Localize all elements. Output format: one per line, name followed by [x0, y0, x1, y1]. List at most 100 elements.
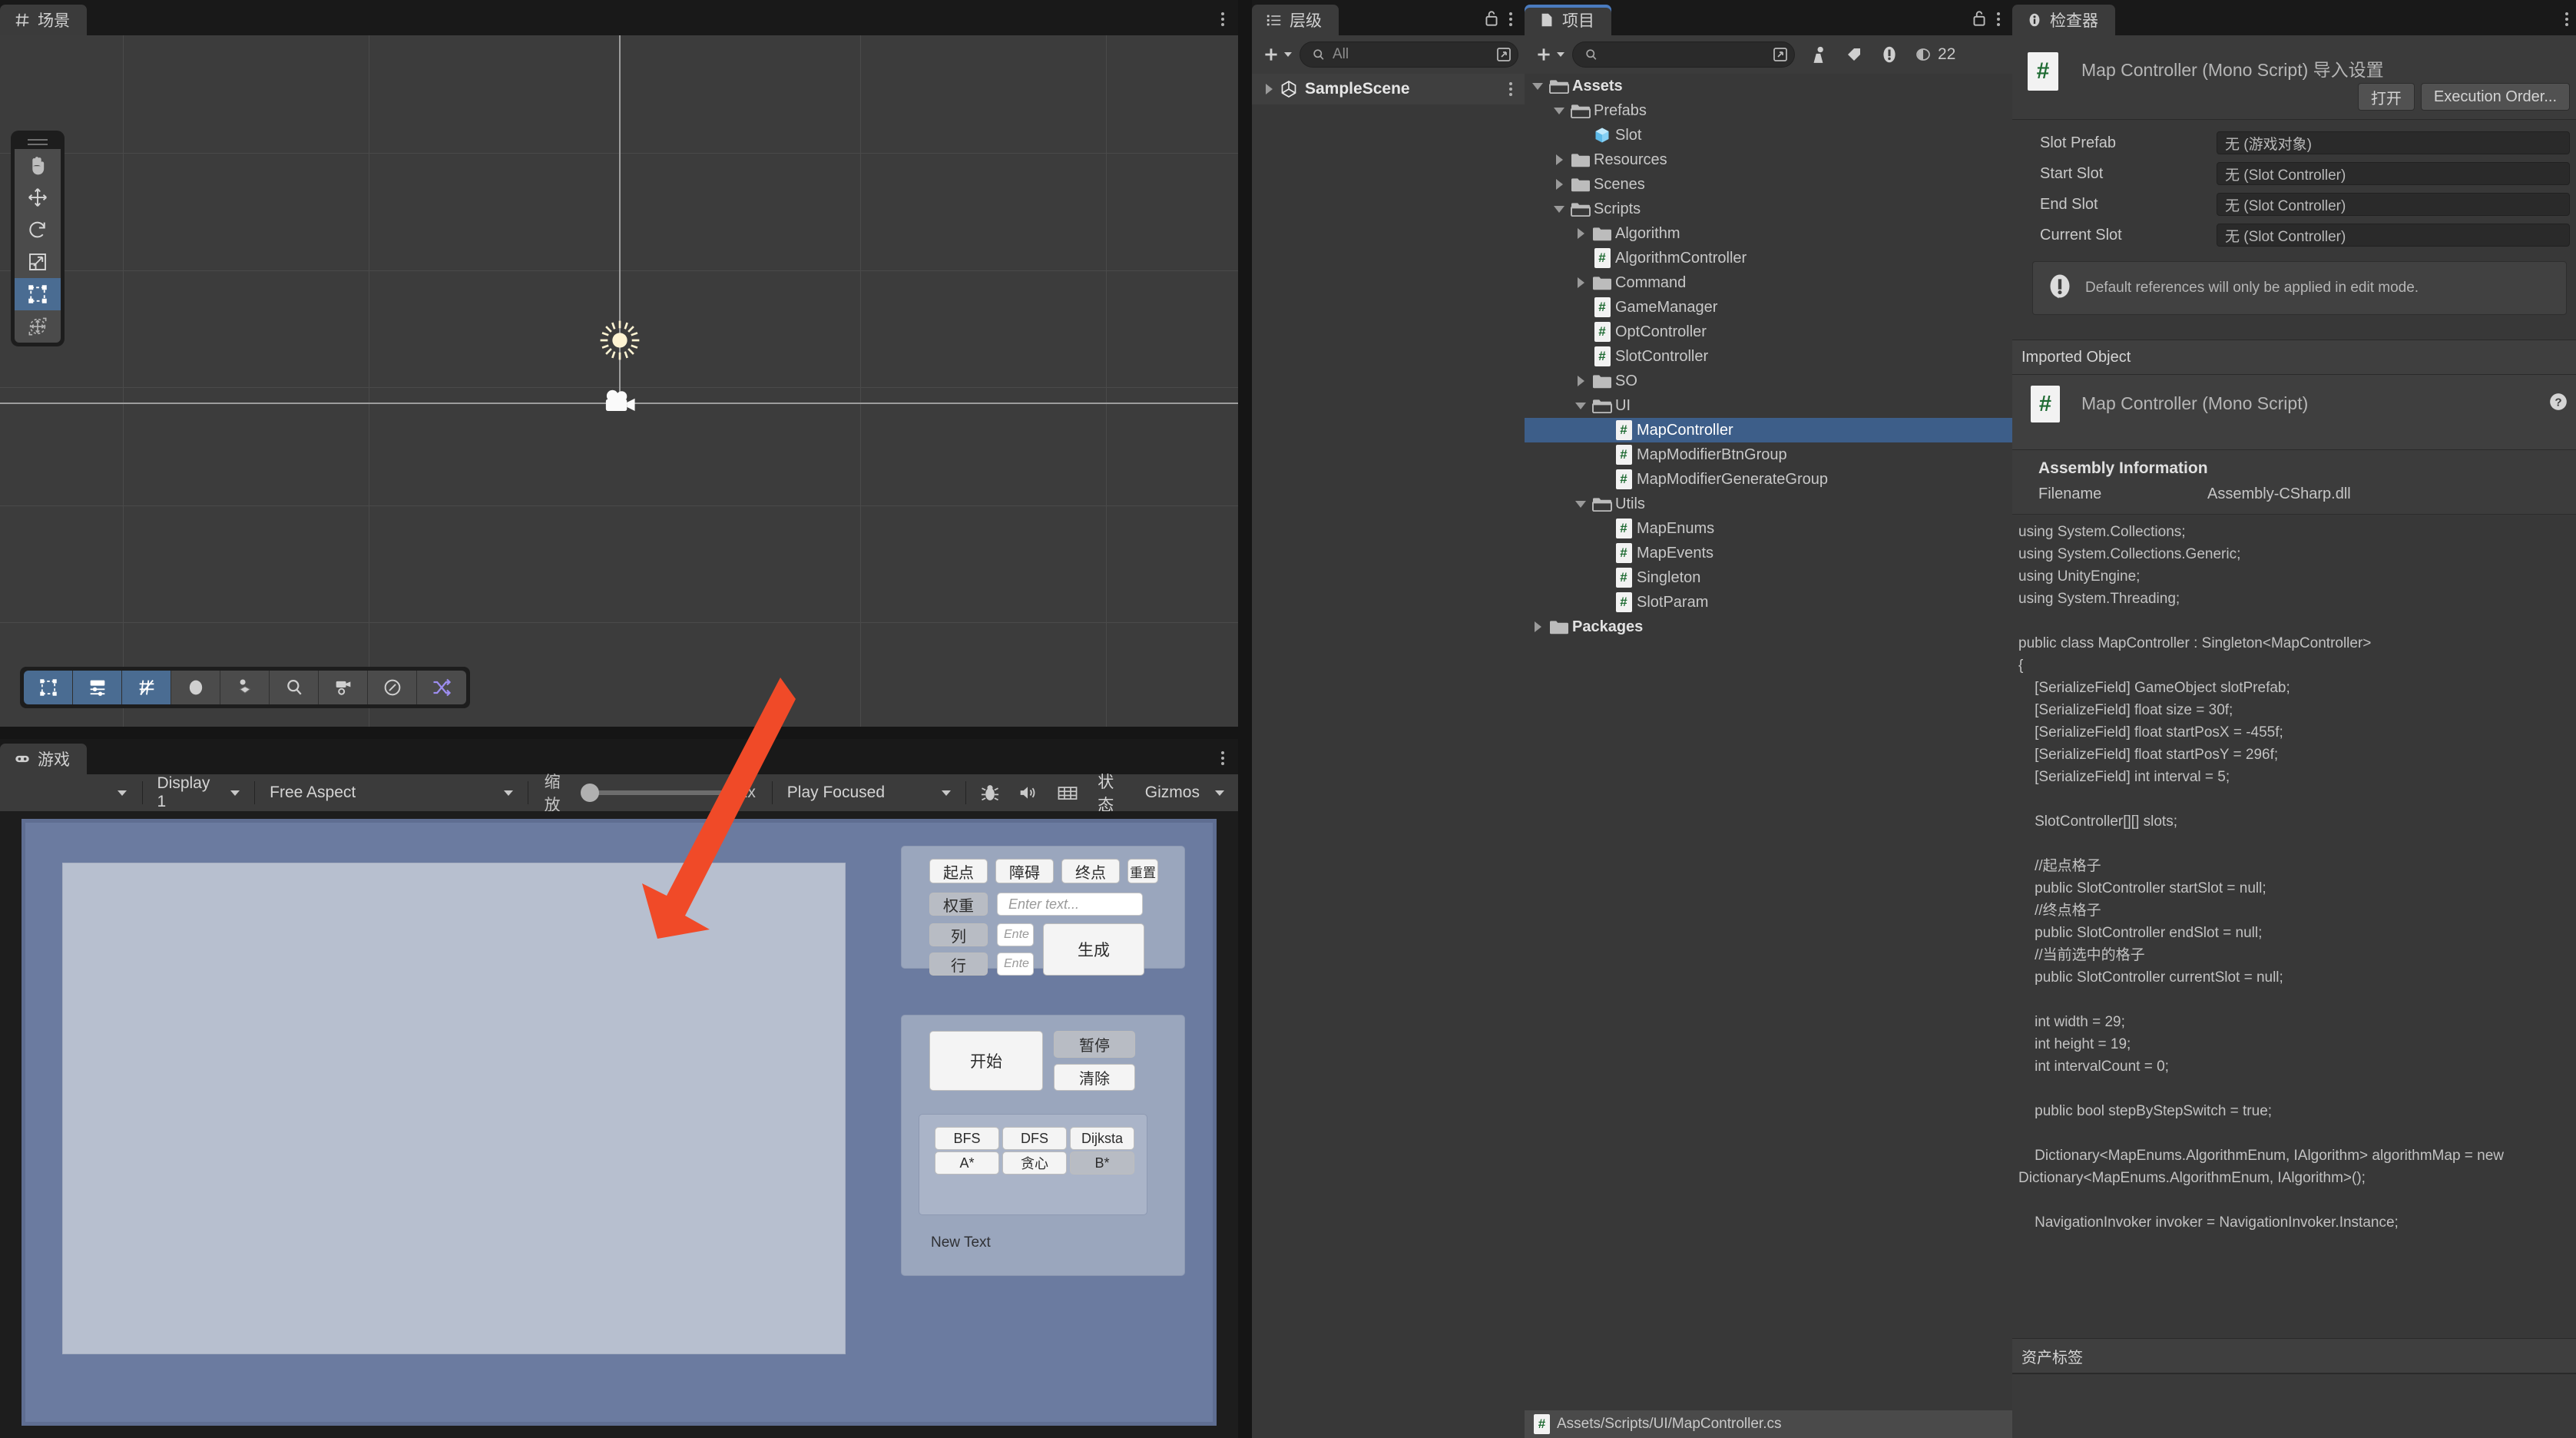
open-button[interactable]: 打开 — [2357, 83, 2415, 111]
game-view-viewport[interactable]: 起点 障碍 终点 重置 权重 Enter text... 列 行 Ente En… — [0, 678, 1238, 1438]
project-tree-row[interactable]: # MapModifierGenerateGroup — [1525, 467, 2012, 492]
lock-icon[interactable] — [1483, 9, 1500, 28]
hierarchy-tree[interactable]: SampleScene — [1252, 74, 1525, 1438]
movie-camera-icon[interactable] — [601, 387, 637, 416]
project-tree-row[interactable]: Resources — [1525, 147, 2012, 172]
column-input[interactable]: Ente — [997, 923, 1034, 946]
filter-by-label-button[interactable] — [1836, 39, 1872, 70]
project-tree-row[interactable]: # SlotParam — [1525, 590, 2012, 615]
project-tree-row[interactable]: # MapEvents — [1525, 541, 2012, 565]
chevron-right-icon[interactable] — [1577, 376, 1584, 386]
clear-button[interactable]: 清除 — [1054, 1064, 1135, 1091]
project-tree-row[interactable]: Slot — [1525, 123, 2012, 147]
field-value[interactable]: 无 (Slot Controller) — [2217, 193, 2570, 216]
end-point-button[interactable]: 终点 — [1061, 859, 1120, 883]
chevron-down-icon[interactable] — [1284, 52, 1292, 57]
chevron-down-icon[interactable] — [1557, 52, 1564, 57]
chevron-down-icon[interactable] — [1575, 500, 1586, 508]
tree-toggle[interactable] — [1572, 500, 1589, 508]
chevron-right-icon[interactable] — [1266, 84, 1273, 94]
game-options-dropdown[interactable] — [108, 776, 137, 810]
project-tree-row[interactable]: # MapController — [1525, 418, 2012, 442]
project-tree-row[interactable]: # GameManager — [1525, 295, 2012, 320]
save-search-icon[interactable] — [1771, 45, 1790, 64]
display-dropdown[interactable]: Display 1 — [147, 774, 249, 810]
chevron-down-icon[interactable] — [1575, 402, 1586, 409]
gizmos-dropdown[interactable] — [1207, 776, 1232, 810]
project-tree-row[interactable]: # MapEnums — [1525, 516, 2012, 541]
row-input[interactable]: Ente — [997, 953, 1034, 976]
sun-icon[interactable] — [598, 318, 642, 363]
question-icon[interactable]: ? — [2548, 392, 2568, 412]
tab-game[interactable]: 游戏 — [0, 744, 87, 774]
column-button[interactable]: 列 — [929, 923, 988, 946]
play-mode-dropdown[interactable]: Play Focused — [778, 776, 960, 810]
start-point-button[interactable]: 起点 — [929, 859, 988, 883]
scene-menu-icon[interactable] — [1221, 12, 1224, 26]
tree-toggle[interactable] — [1551, 179, 1568, 190]
start-button[interactable]: 开始 — [929, 1031, 1043, 1091]
project-tree-row[interactable]: # MapModifierBtnGroup — [1525, 442, 2012, 467]
hierarchy-menu-icon[interactable] — [1509, 12, 1512, 26]
chevron-right-icon[interactable] — [1577, 228, 1584, 239]
hierarchy-row-menu-icon[interactable] — [1509, 82, 1512, 96]
project-tree-row[interactable]: # AlgorithmController — [1525, 246, 2012, 270]
gizmos-button[interactable]: Gizmos — [1137, 776, 1207, 810]
reset-button[interactable]: 重置 — [1127, 859, 1158, 883]
algorithm-bstar-button[interactable]: B* — [1070, 1151, 1134, 1175]
project-tree-row[interactable]: Utils — [1525, 492, 2012, 516]
rect-overlay-toggle[interactable] — [24, 671, 73, 704]
aspect-dropdown[interactable]: Free Aspect — [260, 776, 522, 810]
project-tree-row[interactable]: Assets — [1525, 74, 2012, 98]
tab-hierarchy[interactable]: 层级 — [1252, 5, 1339, 35]
execution-order-button[interactable]: Execution Order... — [2420, 83, 2570, 111]
effects-toggle[interactable] — [220, 671, 270, 704]
weight-input[interactable]: Enter text... — [997, 893, 1143, 916]
project-tree-row[interactable]: Prefabs — [1525, 98, 2012, 123]
generate-button[interactable]: 生成 — [1043, 923, 1144, 976]
hierarchy-item-samplescene[interactable]: SampleScene — [1252, 74, 1525, 104]
tree-toggle[interactable] — [1551, 205, 1568, 213]
project-tree-row[interactable]: Scripts — [1525, 197, 2012, 221]
tree-toggle[interactable] — [1551, 154, 1568, 165]
map-grid-board[interactable] — [62, 863, 846, 1354]
project-tree-row[interactable]: Packages — [1525, 615, 2012, 639]
algorithm-greedy-button[interactable]: 贪心 — [1002, 1151, 1067, 1175]
tree-toggle[interactable] — [1529, 621, 1546, 632]
tree-toggle[interactable] — [1572, 277, 1589, 288]
tab-scene[interactable]: 场景 — [0, 5, 87, 35]
asset-labels-area[interactable] — [2012, 1373, 2576, 1438]
project-tree-row[interactable]: Algorithm — [1525, 221, 2012, 246]
hierarchy-search-input[interactable]: All — [1300, 41, 1518, 68]
field-value[interactable]: 无 (Slot Controller) — [2217, 162, 2570, 185]
layout-overlay-toggle[interactable] — [73, 671, 122, 704]
tree-toggle[interactable] — [1572, 402, 1589, 409]
light-gizmo-toggle[interactable] — [171, 671, 220, 704]
chevron-down-icon[interactable] — [1554, 205, 1564, 213]
compass-toggle[interactable] — [368, 671, 417, 704]
stats-button[interactable]: 状态 — [1088, 774, 1137, 814]
project-tree-row[interactable]: UI — [1525, 393, 2012, 418]
obstacle-button[interactable]: 障碍 — [995, 859, 1054, 883]
chevron-right-icon[interactable] — [1577, 277, 1584, 288]
chevron-down-icon[interactable] — [1532, 82, 1543, 90]
project-tree[interactable]: Assets Prefabs Slot Resources Scenes Scr… — [1525, 74, 2012, 1410]
project-tree-row[interactable]: # OptController — [1525, 320, 2012, 344]
project-tree-row[interactable]: # Singleton — [1525, 565, 2012, 590]
tree-toggle[interactable] — [1551, 107, 1568, 114]
scale-slider-group[interactable]: 缩放 1x — [534, 770, 767, 816]
lock-icon[interactable] — [1971, 9, 1988, 28]
scale-slider-handle[interactable] — [580, 784, 599, 802]
save-search-icon[interactable] — [1495, 45, 1513, 64]
tree-toggle[interactable] — [1572, 228, 1589, 239]
tab-inspector[interactable]: 检查器 — [2012, 5, 2115, 35]
field-value[interactable]: 无 (游戏对象) — [2217, 131, 2570, 154]
grid-overlay-toggle[interactable] — [122, 671, 171, 704]
pause-button[interactable]: 暂停 — [1054, 1031, 1135, 1058]
project-menu-icon[interactable] — [1997, 12, 2000, 26]
chevron-down-icon[interactable] — [1554, 107, 1564, 114]
algorithm-dijkstra-button[interactable]: Dijksta — [1070, 1127, 1134, 1150]
weight-button[interactable]: 权重 — [929, 893, 988, 916]
project-tree-row[interactable]: SO — [1525, 369, 2012, 393]
algorithm-bfs-button[interactable]: BFS — [935, 1127, 999, 1150]
